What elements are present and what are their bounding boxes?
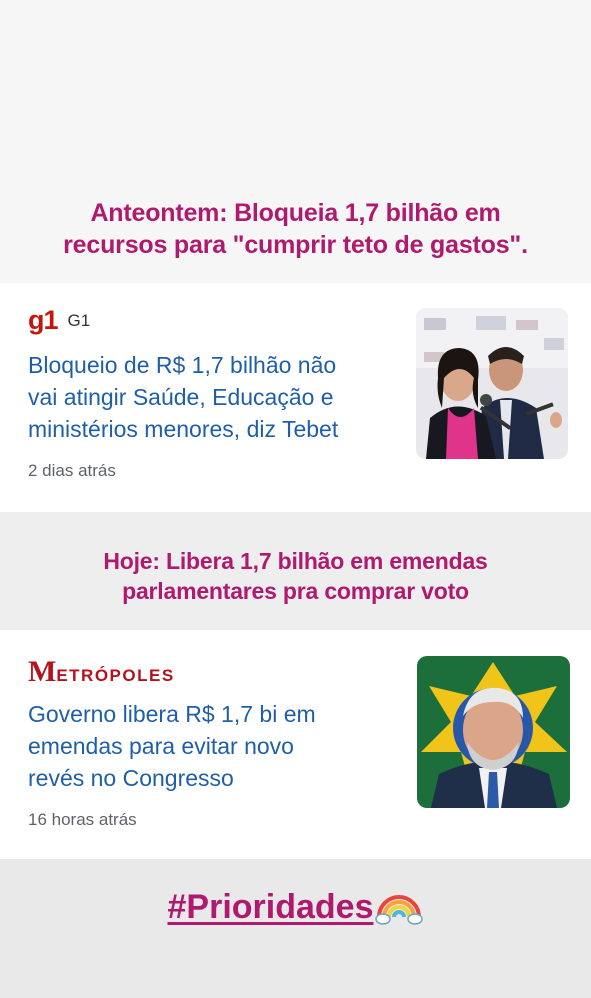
headline-line: parlamentares pra comprar voto <box>122 578 469 604</box>
headline-line: Hoje: Libera 1,7 bilhão em emendas <box>103 548 488 574</box>
news-title[interactable]: Governo libera R$ 1,7 bi em emendas para… <box>28 698 398 794</box>
headline-line: Anteontem: Bloqueia 1,7 bilhão em <box>90 199 501 227</box>
source-name: G1 <box>67 310 91 330</box>
news-time: 16 horas atrás <box>28 810 137 829</box>
thumbnail-portrait <box>417 656 570 808</box>
logo-rest: ETRÓPOLES <box>56 666 175 685</box>
logo-m: M <box>28 655 57 688</box>
title-line: emendas para evitar novo <box>28 733 294 759</box>
title-line: Governo libera R$ 1,7 bi em <box>28 701 316 727</box>
title-line: ministérios menores, diz Tebet <box>28 416 339 442</box>
title-line: revés no Congresso <box>28 765 234 791</box>
news-time: 2 dias atrás <box>28 461 116 480</box>
title-line: Bloqueio de R$ 1,7 bilhão não <box>28 352 337 378</box>
bottom-background <box>0 859 591 998</box>
title-line: vai atingir Saúde, Educação e <box>28 384 334 410</box>
g1-logo: g1 <box>28 305 58 335</box>
news-card-g1[interactable]: g1 G1 Bloqueio de R$ 1,7 bilhão não vai … <box>0 283 591 512</box>
news-thumbnail[interactable] <box>416 308 568 459</box>
metropoles-logo: M ETRÓPOLES <box>28 655 175 688</box>
thumbnail-press-conference <box>416 308 568 459</box>
news-thumbnail[interactable] <box>417 656 570 808</box>
news-title[interactable]: Bloqueio de R$ 1,7 bilhão não vai atingi… <box>28 349 398 445</box>
headline-anteontem: Anteontem: Bloqueia 1,7 bilhão em recurs… <box>0 197 591 261</box>
headline-hoje: Hoje: Libera 1,7 bilhão em emendas parla… <box>0 546 591 606</box>
hashtag-text: #Prioridades <box>167 888 374 926</box>
source-row: g1 G1 <box>28 305 90 336</box>
source-row: M ETRÓPOLES <box>28 655 175 688</box>
news-card-metropoles[interactable]: M ETRÓPOLES Governo libera R$ 1,7 bi em … <box>0 630 591 859</box>
hashtag-prioridades[interactable]: #Prioridades <box>0 888 591 927</box>
headline-line: recursos para "cumprir teto de gastos". <box>63 231 528 259</box>
rainbow-icon <box>375 895 424 925</box>
